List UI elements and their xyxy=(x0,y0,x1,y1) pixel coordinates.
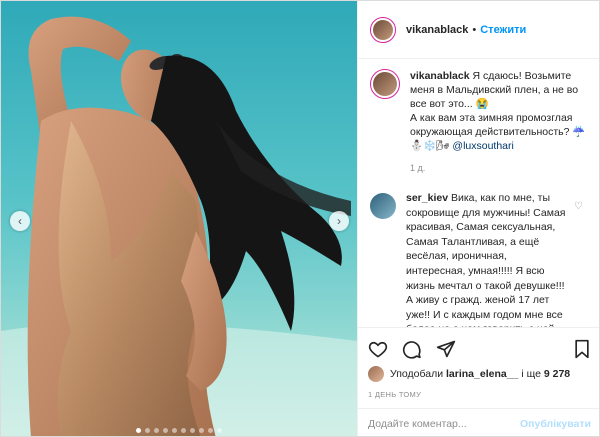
carousel-dot xyxy=(154,428,159,433)
likes-prefix: Уподобали xyxy=(390,368,444,380)
caption-username[interactable]: vikanablack xyxy=(410,70,470,82)
action-icons xyxy=(368,334,591,364)
bookmark-icon[interactable] xyxy=(573,339,591,359)
carousel-dot xyxy=(217,428,222,433)
carousel-dot xyxy=(145,428,150,433)
caption-time[interactable]: 1 д. xyxy=(410,161,589,175)
carousel-dot xyxy=(181,428,186,433)
carousel-dot xyxy=(199,428,204,433)
likes-summary: Уподобали larina_elena__ і ще 9 278 xyxy=(368,366,591,382)
post-photo[interactable]: ‹ › xyxy=(1,1,357,436)
comment-text: Вика, как по мне, ты сокровище для мужчи… xyxy=(406,192,566,327)
posted-time[interactable]: 1 ДЕНЬ ТОМУ xyxy=(368,390,591,399)
publish-button[interactable]: Опублікувати xyxy=(520,418,591,430)
photo-illustration xyxy=(1,1,357,436)
commenter-username[interactable]: ser_kiev xyxy=(406,192,448,204)
like-heart-icon[interactable] xyxy=(368,339,388,359)
comments-section[interactable]: vikanablack Я сдаюсь! Возьмите меня в Ма… xyxy=(358,59,599,327)
comment-body: ser_kiev Вика, как по мне, ты сокровище … xyxy=(406,191,568,327)
caption-avatar[interactable] xyxy=(370,69,400,99)
comment-like-heart-icon[interactable]: ♡ xyxy=(574,201,583,212)
likes-count[interactable]: 9 278 xyxy=(544,368,570,380)
commenter-avatar[interactable] xyxy=(370,193,396,219)
likes-middle: і ще xyxy=(521,368,541,380)
carousel-dot xyxy=(163,428,168,433)
caption-body: vikanablack Я сдаюсь! Возьмите меня в Ма… xyxy=(410,69,589,175)
carousel-dots xyxy=(1,428,357,433)
post-header: vikanablack • Стежити xyxy=(358,1,599,59)
caption: vikanablack Я сдаюсь! Возьмите меня в Ма… xyxy=(370,69,589,175)
share-paper-plane-icon[interactable] xyxy=(436,339,456,359)
post-side-panel: vikanablack • Стежити vikanablack Я сдаю… xyxy=(357,1,599,436)
author-username[interactable]: vikanablack xyxy=(406,24,468,36)
post-actions: Уподобали larina_elena__ і ще 9 278 1 ДЕ… xyxy=(358,327,599,399)
carousel-dot xyxy=(190,428,195,433)
carousel-dot xyxy=(136,428,141,433)
carousel-prev-button[interactable]: ‹ xyxy=(10,211,30,231)
caption-mention-link[interactable]: @luxsouthari xyxy=(452,140,513,152)
liker-username[interactable]: larina_elena__ xyxy=(446,368,518,380)
comment-bubble-icon[interactable] xyxy=(402,339,422,359)
add-comment-bar: Додайте коментар... Опублікувати xyxy=(358,408,599,436)
caption-text-2: А как вам эта зимняя промозглая окружающ… xyxy=(410,112,586,138)
carousel-next-button[interactable]: › xyxy=(329,211,349,231)
add-comment-input[interactable]: Додайте коментар... xyxy=(368,418,520,430)
carousel-dot xyxy=(208,428,213,433)
follow-button[interactable]: Стежити xyxy=(480,24,526,36)
comment-item: ser_kiev Вика, как по мне, ты сокровище … xyxy=(370,191,589,327)
author-avatar[interactable] xyxy=(370,16,396,43)
caption-emojis: ⛄❄️🌬 xyxy=(410,140,450,152)
header-separator: • xyxy=(472,23,477,36)
instagram-post: ‹ › vikanablack • Стежити vikanablack Я … xyxy=(0,0,600,437)
liker-avatar[interactable] xyxy=(368,366,384,382)
carousel-dot xyxy=(172,428,177,433)
